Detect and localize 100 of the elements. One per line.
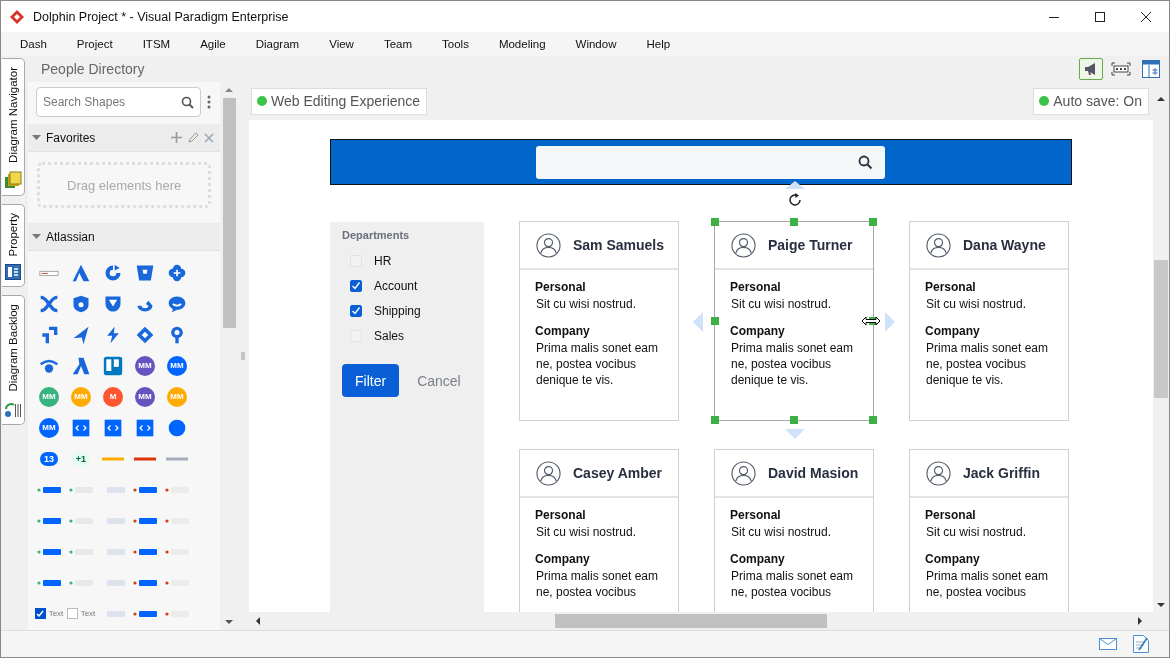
board-icon[interactable]: [103, 355, 123, 376]
menu-item[interactable]: Dash: [20, 38, 47, 50]
resize-handle[interactable]: [790, 218, 798, 226]
resize-handle[interactable]: [790, 416, 798, 424]
menu-item[interactable]: View: [329, 38, 354, 50]
person-card[interactable]: David Masion Personal Sit cu wisi nostrud. Company Prima malis sonet eam ne, postea vocibus: [714, 449, 874, 612]
collapse-arrow-icon[interactable]: [32, 232, 41, 241]
person-card[interactable]: Casey Amber Personal Sit cu wisi nostrud. Company Prima malis sonet eam ne, postea vocibus: [519, 449, 679, 612]
person-card[interactable]: Sam Samuels Personal Sit cu wisi nostrud. Company Prima malis sonet eam ne, postea vocibus denique te vis.: [519, 221, 679, 421]
person-name: Jack Griffin: [963, 465, 1041, 481]
scrollbar-thumb[interactable]: [1154, 260, 1168, 398]
circle-icon[interactable]: [167, 417, 187, 438]
widget-icon[interactable]: [37, 516, 61, 525]
search-field[interactable]: [536, 145, 885, 179]
shield-icon[interactable]: [71, 293, 91, 314]
search-icon[interactable]: [858, 154, 873, 170]
widget-icon[interactable]: [37, 578, 61, 587]
widget-icon[interactable]: [133, 578, 157, 587]
section-heading: Company: [535, 324, 591, 338]
menu-item[interactable]: Agile: [200, 38, 226, 50]
section-heading: Personal: [925, 508, 977, 522]
drop-hint: Drag elements here: [67, 177, 182, 193]
scrollbar-thumb[interactable]: [222, 98, 236, 328]
menu-item[interactable]: Help: [646, 38, 671, 50]
scrollbar-thumb[interactable]: [555, 614, 827, 628]
checkbox-label: Account: [374, 278, 418, 293]
filter-button[interactable]: Filter: [342, 364, 400, 397]
resize-handle[interactable]: [869, 218, 877, 226]
section-text: Sit cu wisi nostrud.: [731, 296, 833, 312]
code-square-icon[interactable]: [71, 417, 91, 438]
scroll-left-icon[interactable]: [255, 617, 261, 625]
collapse-arrow-icon[interactable]: [32, 133, 41, 142]
close-icon[interactable]: [1141, 11, 1151, 22]
code-square-icon[interactable]: [135, 417, 155, 438]
menu-item[interactable]: Window: [575, 38, 617, 50]
initials-badge[interactable]: MM: [135, 386, 155, 407]
status-dot-icon: [1039, 96, 1050, 106]
section-text: Prima malis sonet eam ne, postea vocibus denique te vis.: [536, 340, 660, 388]
initials-badge[interactable]: MM: [39, 417, 59, 438]
maximize-icon[interactable]: [1095, 11, 1105, 22]
resize-handle[interactable]: [711, 218, 719, 226]
initials-badge[interactable]: MM: [135, 355, 155, 376]
scroll-up-icon[interactable]: [1157, 96, 1165, 102]
menu-item[interactable]: Diagram: [255, 38, 300, 50]
menu-item[interactable]: Team: [383, 38, 413, 50]
note-icon[interactable]: [1133, 635, 1149, 653]
splitter-grip-icon[interactable]: [240, 352, 245, 360]
breadcrumb[interactable]: People Directory: [34, 58, 163, 80]
peak-logo-icon[interactable]: [71, 355, 91, 376]
menu-item[interactable]: Project: [76, 38, 113, 50]
side-tab[interactable]: Diagram Navigator: [2, 58, 25, 196]
avatar-icon: [536, 232, 561, 258]
avatar-icon: [926, 460, 951, 486]
megaphone-icon[interactable]: [1079, 58, 1103, 80]
diamond-icon[interactable]: [135, 324, 155, 345]
checkbox[interactable]: [34, 608, 46, 619]
widget-icon[interactable]: [37, 485, 61, 494]
menu-item[interactable]: Tools: [442, 38, 469, 50]
resize-handle[interactable]: [711, 317, 719, 325]
widget-icon[interactable]: [133, 609, 157, 618]
checkbox[interactable]: [350, 279, 362, 292]
line-icon[interactable]: [134, 456, 156, 461]
widget-icon[interactable]: [133, 547, 157, 556]
search-icon[interactable]: [181, 96, 194, 109]
side-tab[interactable]: Property: [2, 203, 25, 288]
person-card[interactable]: Jack Griffin Personal Sit cu wisi nostrud. Company Prima malis sonet eam ne, postea vocibus: [909, 449, 1069, 612]
triangle-arrow-icon[interactable]: [785, 181, 805, 189]
scroll-right-icon[interactable]: [1137, 617, 1143, 625]
window-title: Dolphin Project * - Visual Paradigm Enterprise: [33, 9, 289, 24]
menu-item[interactable]: ITSM: [142, 38, 171, 50]
widget-icon[interactable]: [37, 547, 61, 556]
edit-icon[interactable]: [187, 131, 200, 144]
side-tab[interactable]: Diagram Backlog: [2, 295, 25, 425]
checkbox[interactable]: [350, 304, 362, 317]
count-badge[interactable]: 13: [40, 451, 58, 466]
mail-icon[interactable]: [1099, 638, 1117, 650]
layout-panel-icon[interactable]: [1139, 58, 1163, 80]
person-name: Sam Samuels: [573, 237, 665, 253]
scroll-down-icon[interactable]: [1157, 602, 1165, 608]
add-icon[interactable]: [171, 132, 183, 143]
arrows-icon[interactable]: [39, 324, 59, 345]
code-square-icon[interactable]: [103, 417, 123, 438]
checkbox[interactable]: [66, 608, 78, 619]
circular-arrow-icon[interactable]: [103, 262, 123, 283]
scroll-down-icon[interactable]: [225, 618, 234, 626]
resize-handle[interactable]: [869, 416, 877, 424]
resize-handle[interactable]: [711, 416, 719, 424]
person-card[interactable]: Dana Wayne Personal Sit cu wisi nostrud. Company Prima malis sonet eam ne, postea vocibus denique te vis.: [909, 221, 1069, 421]
more-options-icon[interactable]: [207, 95, 211, 109]
cross-icon[interactable]: [39, 293, 59, 314]
section-text: Sit cu wisi nostrud.: [536, 296, 638, 312]
widget-icon[interactable]: [133, 516, 157, 525]
menu-item[interactable]: Modeling: [498, 38, 546, 50]
count-badge[interactable]: +1: [71, 451, 91, 466]
rotate-icon[interactable]: [787, 192, 803, 208]
cancel-button[interactable]: Cancel: [417, 372, 461, 389]
initials-badge[interactable]: MM: [167, 355, 187, 376]
search-field[interactable]: Search Shapes: [36, 87, 201, 117]
clover-icon[interactable]: [167, 262, 187, 283]
widget-icon[interactable]: [133, 485, 157, 494]
